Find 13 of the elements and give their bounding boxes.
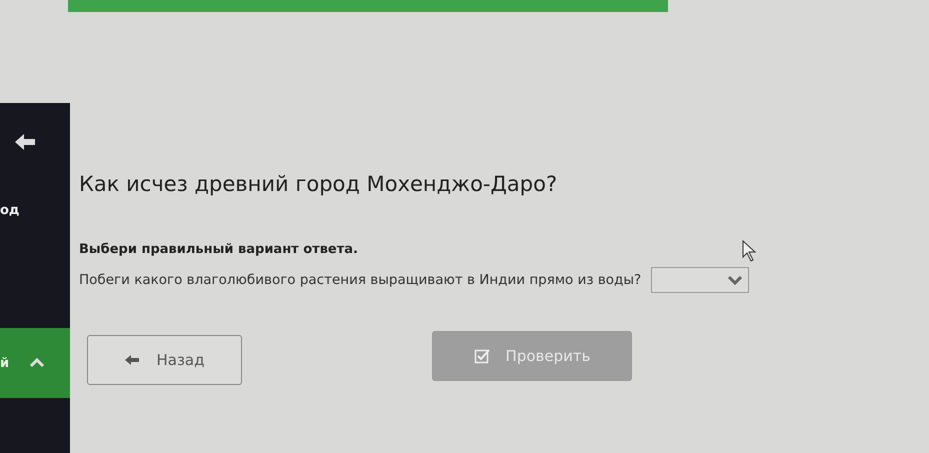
section-label: й <box>0 356 10 370</box>
back-button[interactable]: Назад <box>87 335 242 385</box>
instruction-text: Выбери правильный вариант ответа. <box>79 242 358 257</box>
left-arrow-icon <box>124 354 140 366</box>
chevron-down-icon <box>728 276 742 284</box>
chevron-icon <box>29 358 46 368</box>
sidebar-section[interactable]: й <box>0 328 70 398</box>
checkbox-icon <box>474 348 490 364</box>
back-arrow-icon[interactable] <box>14 133 36 151</box>
question-title: Как исчез древний город Мохенджо-Даро? <box>79 172 558 196</box>
sidebar-label: од <box>0 203 20 218</box>
question-text: Побеги какого влаголюбивого растения выращивают в Индии прямо из воды? <box>79 272 642 288</box>
mouse-pointer-icon <box>742 240 758 262</box>
